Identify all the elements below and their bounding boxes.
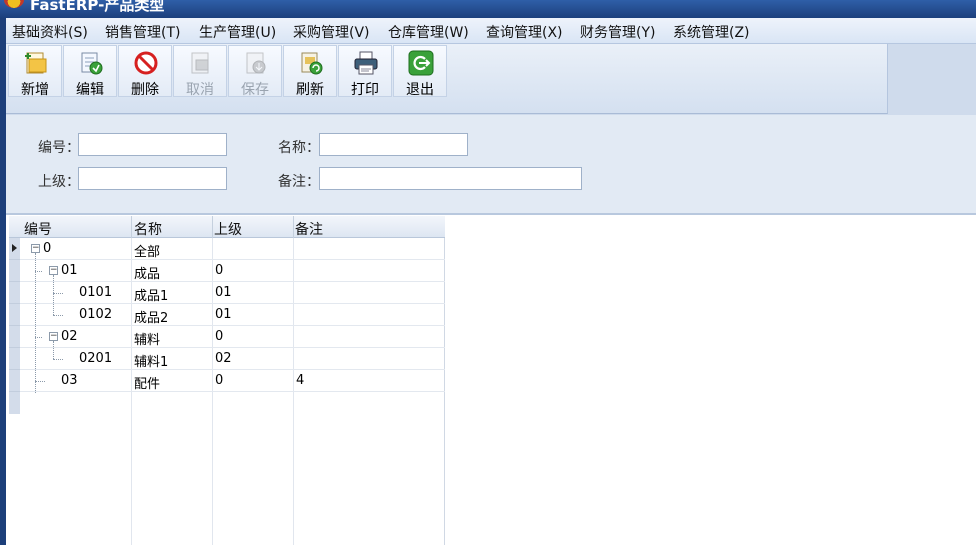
name-input[interactable] (319, 133, 468, 156)
delete-button[interactable]: 删除 (118, 45, 172, 98)
menu-finance[interactable]: 财务管理(Y) (580, 22, 655, 42)
name-label: 名称： (278, 140, 320, 156)
row-selector[interactable] (9, 326, 20, 348)
new-doc-icon (25, 52, 47, 74)
column-divider[interactable] (131, 216, 132, 238)
cancel-button[interactable]: 取消 (173, 45, 227, 98)
row-code: 03 (61, 373, 78, 388)
menu-purchase[interactable]: 采购管理(V) (293, 22, 370, 42)
row-parent: 01 (215, 285, 232, 300)
row-name: 成品 (134, 267, 161, 282)
toolbar: 新增 编辑 删除 取消 保存 刷新 打印 退出 (6, 44, 976, 115)
column-divider[interactable] (212, 216, 213, 238)
print-button[interactable]: 打印 (338, 45, 392, 98)
cancel-doc-icon (191, 52, 209, 74)
menu-warehouse[interactable]: 仓库管理(W) (388, 22, 469, 42)
row-indicator-column (9, 238, 20, 414)
row-remark: 4 (296, 373, 305, 388)
row-selector[interactable] (9, 282, 20, 304)
table-row[interactable]: 0102 成品2 01 (20, 304, 445, 326)
row-selector[interactable] (9, 304, 20, 326)
printer-icon (354, 51, 378, 75)
main-window: 基础资料(S) 销售管理(T) 生产管理(U) 采购管理(V) 仓库管理(W) … (6, 18, 976, 545)
collapse-toggle-icon[interactable]: − (49, 266, 58, 275)
column-divider[interactable] (293, 216, 294, 238)
save-button[interactable]: 保存 (228, 45, 282, 98)
row-code: 0201 (79, 351, 113, 366)
exit-icon (408, 50, 434, 76)
refresh-button[interactable]: 刷新 (283, 45, 337, 98)
collapse-toggle-icon[interactable]: − (31, 244, 40, 253)
menu-bar: 基础资料(S) 销售管理(T) 生产管理(U) 采购管理(V) 仓库管理(W) … (6, 18, 976, 44)
code-label: 编号： (38, 140, 80, 156)
column-header-remark[interactable]: 备注 (295, 219, 323, 239)
save-doc-icon (246, 52, 266, 74)
row-parent: 02 (215, 351, 232, 366)
menu-system[interactable]: 系统管理(Z) (673, 22, 750, 42)
collapse-toggle-icon[interactable]: − (49, 332, 58, 341)
category-tree-grid[interactable]: 编号 名称 上级 备注 − 0 全部 − 01 成品 0 0101 成品1 01… (9, 216, 445, 545)
edit-button[interactable]: 编辑 (63, 45, 117, 98)
row-selector[interactable] (9, 348, 20, 370)
row-selector[interactable] (9, 238, 20, 260)
row-name: 全部 (134, 245, 161, 260)
add-button[interactable]: 新增 (8, 45, 62, 98)
row-parent: 0 (215, 329, 224, 344)
table-row[interactable]: − 01 成品 0 (20, 260, 445, 282)
refresh-doc-icon (301, 52, 323, 75)
row-name: 配件 (134, 377, 161, 392)
row-name: 成品1 (134, 289, 169, 304)
column-header-code[interactable]: 编号 (24, 219, 52, 239)
grid-header: 编号 名称 上级 备注 (9, 216, 445, 238)
table-row[interactable]: − 02 辅料 0 (20, 326, 445, 348)
row-parent: 0 (215, 263, 224, 278)
menu-query[interactable]: 查询管理(X) (486, 22, 563, 42)
row-name: 辅料1 (134, 355, 169, 370)
row-code: 0 (43, 241, 52, 256)
parent-input[interactable] (78, 167, 227, 190)
current-row-arrow-icon (12, 244, 17, 252)
row-code: 02 (61, 329, 78, 344)
row-code: 0102 (79, 307, 113, 322)
column-header-parent[interactable]: 上级 (214, 219, 242, 239)
app-logo-icon (4, 0, 24, 8)
edit-doc-icon (81, 52, 103, 75)
edit-form: 编号： 名称： 上级： 备注： (6, 115, 976, 215)
column-header-name[interactable]: 名称 (134, 219, 162, 239)
row-name: 成品2 (134, 311, 169, 326)
toolbar-panel: 新增 编辑 删除 取消 保存 刷新 打印 退出 (6, 44, 888, 114)
remark-label: 备注： (278, 174, 320, 190)
window-title: FastERP-产品类型 (30, 0, 165, 14)
table-row[interactable]: 03 配件 0 4 (20, 370, 445, 392)
row-name: 辅料 (134, 333, 161, 348)
menu-production[interactable]: 生产管理(U) (199, 22, 276, 42)
row-selector[interactable] (9, 260, 20, 282)
row-code: 01 (61, 263, 78, 278)
parent-label: 上级： (38, 174, 80, 190)
row-selector[interactable] (9, 370, 20, 392)
table-row[interactable]: 0101 成品1 01 (20, 282, 445, 304)
table-row[interactable]: − 0 全部 (20, 238, 445, 260)
row-code: 0101 (79, 285, 113, 300)
title-bar: FastERP-产品类型 (0, 0, 976, 18)
remark-input[interactable] (319, 167, 582, 190)
row-parent: 01 (215, 307, 232, 322)
menu-sales[interactable]: 销售管理(T) (105, 22, 180, 42)
menu-basic-data[interactable]: 基础资料(S) (12, 22, 88, 42)
code-input[interactable] (78, 133, 227, 156)
exit-button[interactable]: 退出 (393, 45, 447, 98)
row-parent: 0 (215, 373, 224, 388)
no-entry-icon (134, 51, 158, 75)
table-row[interactable]: 0201 辅料1 02 (20, 348, 445, 370)
